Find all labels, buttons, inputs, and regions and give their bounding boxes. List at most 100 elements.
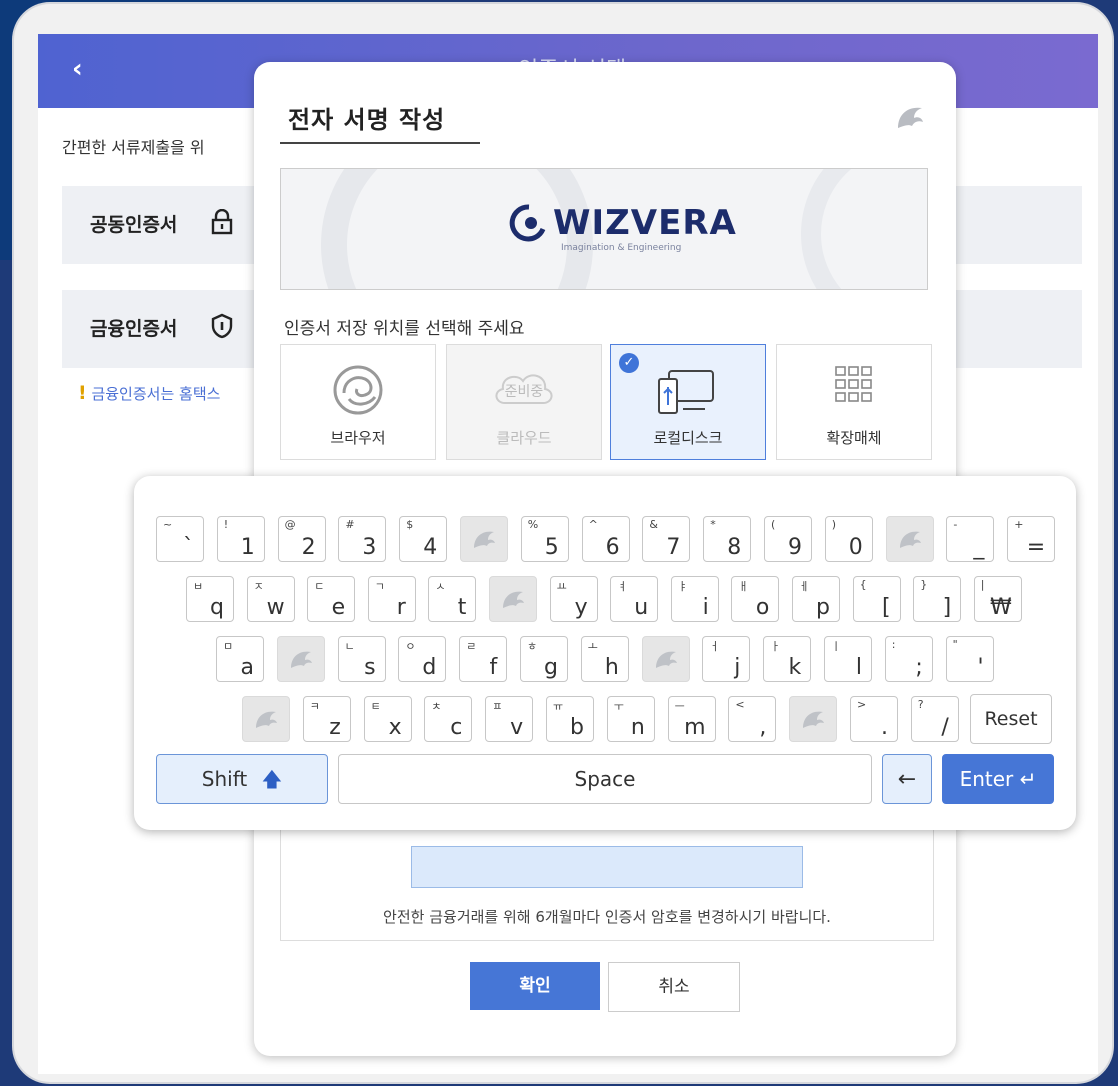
key-3-11[interactable]: ? / [910,696,959,742]
dolphin-icon [655,651,677,668]
key-3-2[interactable]: ㅌx [363,696,412,742]
cloud-badge: 준비중 [505,384,544,400]
key-1-10[interactable]: ㅔp [792,576,840,622]
chevron-left-icon[interactable]: ‹ [72,54,83,84]
key-shift-char: ? [917,698,924,711]
key-3-4[interactable]: ㅍv [485,696,534,742]
key-0-2[interactable]: @2 [277,516,326,562]
key-2-6[interactable]: ㅗh [580,636,629,682]
blank-key[interactable] [460,516,508,562]
blank-key[interactable] [276,636,325,682]
shift-label: Shift [201,767,248,791]
key-2-3[interactable]: ㅇd [398,636,447,682]
key-char: 8 [727,535,742,560]
option-removable[interactable]: 확장매체 [776,344,932,460]
title-underline [280,142,480,144]
key-0-11[interactable]: ) 0 [824,516,873,562]
key-1-0[interactable]: ㅂq [186,576,234,622]
key-char: d [422,655,437,680]
key-0-10[interactable]: (9 [764,516,812,562]
key-1-3[interactable]: ㄱr [367,576,416,622]
cancel-button[interactable]: 취소 [608,962,740,1012]
confirm-button[interactable]: 확인 [470,962,600,1010]
key-0-13[interactable]: - _ [946,516,995,562]
key-3-10[interactable]: >. [850,696,898,742]
key-2-4[interactable]: ㄹf [459,636,508,682]
option-browser[interactable]: 브라우저 [280,344,436,460]
blank-key[interactable] [789,696,838,742]
key-1-8[interactable]: ㅑi [670,576,719,622]
cloud-icon: 준비중 [495,374,553,404]
key-1-11[interactable]: {[ [852,576,901,622]
blank-key[interactable] [641,636,690,682]
key-shift-char: ㅁ [223,640,234,653]
password-section: 안전한 금융거래를 위해 6개월마다 인증서 암호를 변경하시기 바랍니다. [280,822,934,941]
key-shift-char: ㅍ [492,700,503,713]
key-0-14[interactable]: + = [1007,516,1056,562]
key-1-12[interactable]: }] [913,576,962,622]
option-local-disk[interactable]: ✓ 로컬디스크 [610,344,766,460]
key-1-6[interactable]: ㅛy [549,576,598,622]
key-0-0[interactable]: ~ ` [156,516,204,562]
key-char: q [210,595,224,620]
key-char: o [755,595,770,620]
blank-key[interactable] [885,516,934,562]
key-0-1[interactable]: ! 1 [216,516,265,562]
key-char: f [489,655,498,680]
virtual-keyboard: Reset Shift 🡅 Space ← Enter ↵ ~ ` ! 1 @2 #3 $4… [134,476,1076,830]
key-2-10[interactable]: ㅣl [824,636,872,682]
key-shift-char: ㅓ [709,640,720,653]
key-char: r [396,595,406,620]
key-char: a [240,655,254,680]
key-3-3[interactable]: ㅊc [424,696,473,742]
key-shift-char: ㅂ [193,580,204,593]
key-1-4[interactable]: ㅅt [428,576,477,622]
enter-key[interactable]: Enter ↵ [942,754,1054,804]
password-input[interactable] [411,846,803,888]
key-3-1[interactable]: ㅋz [302,696,351,742]
key-0-7[interactable]: ^ 6 [581,516,630,562]
key-2-2[interactable]: ㄴs [337,636,386,682]
key-3-8[interactable]: <, [728,696,777,742]
key-2-0[interactable]: ㅁa [216,636,264,682]
key-2-11[interactable]: :; [884,636,933,682]
key-2-12[interactable]: " ' [945,636,994,682]
banner-decoration [801,169,927,289]
key-0-9[interactable]: * 8 [703,516,752,562]
key-2-5[interactable]: ㅎg [520,636,568,682]
key-shift-char: ㅡ [674,700,685,713]
key-shift-char: ㄹ [466,640,477,653]
key-char: x [388,715,402,740]
notice-mark: ! [78,382,87,404]
key-shift-char: < [735,698,745,711]
blank-key[interactable] [489,576,537,622]
shift-key[interactable]: Shift 🡅 [156,754,328,804]
key-char: p [816,595,830,620]
option-label: 클라우드 [496,429,552,447]
backspace-key[interactable]: ← [882,754,932,804]
blank-key[interactable] [242,696,290,742]
key-1-1[interactable]: ㅈw [246,576,295,622]
key-1-7[interactable]: ㅕu [610,576,659,622]
intro-text: 간편한 서류제출을 위 [62,138,205,157]
key-3-5[interactable]: ㅠb [546,696,594,742]
key-0-8[interactable]: & 7 [642,516,691,562]
key-2-8[interactable]: ㅓj [702,636,751,682]
key-0-6[interactable]: % 5 [520,516,569,562]
reset-key[interactable]: Reset [970,694,1052,744]
key-1-2[interactable]: ㄷe [307,576,356,622]
key-1-9[interactable]: ㅐo [731,576,780,622]
key-0-4[interactable]: $4 [399,516,448,562]
key-shift-char: ^ [588,518,598,531]
key-2-9[interactable]: ㅏk [763,636,812,682]
option-cloud: 준비중 클라우드 [446,344,602,460]
space-key[interactable]: Space [338,754,872,804]
key-1-13[interactable]: | ₩ [973,576,1022,622]
key-shift-char: ㅛ [556,580,567,593]
key-shift-char: * [710,518,716,531]
key-char: 1 [240,535,255,560]
key-3-7[interactable]: ㅡm [667,696,716,742]
key-shift-char: ㅑ [677,580,688,593]
key-3-6[interactable]: ㅜn [606,696,655,742]
key-0-3[interactable]: #3 [338,516,387,562]
